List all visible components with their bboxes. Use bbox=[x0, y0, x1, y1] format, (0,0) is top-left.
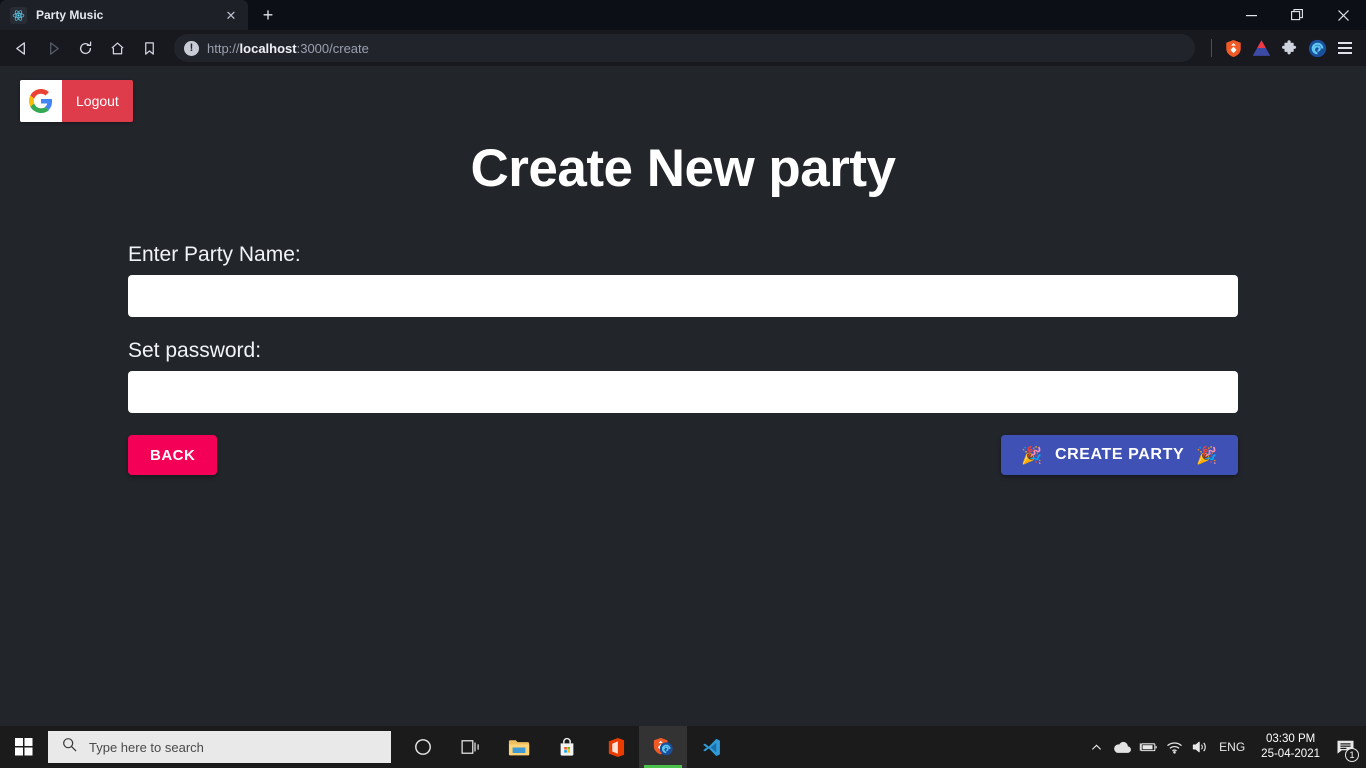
back-arrow-icon[interactable] bbox=[6, 34, 36, 62]
language-indicator[interactable]: ENG bbox=[1213, 740, 1253, 754]
volume-icon[interactable] bbox=[1187, 726, 1213, 768]
browser-toolbar: ! http://localhost:3000/create bbox=[0, 30, 1366, 66]
logout-container: Logout bbox=[20, 80, 133, 122]
microsoft-store-icon[interactable] bbox=[543, 726, 591, 768]
url-path: :3000/create bbox=[296, 40, 369, 56]
onedrive-cloud-icon[interactable] bbox=[1109, 726, 1135, 768]
create-party-label: CREATE PARTY bbox=[1054, 446, 1185, 463]
tab-title: Party Music bbox=[36, 8, 104, 22]
create-party-form: Enter Party Name: Set password: BACK 🎉 C… bbox=[128, 243, 1238, 475]
password-field-group: Set password: bbox=[128, 339, 1238, 413]
cortana-icon[interactable] bbox=[399, 726, 447, 768]
search-placeholder: Type here to search bbox=[89, 739, 204, 755]
windows-start-icon[interactable] bbox=[0, 726, 48, 768]
vs-code-icon[interactable] bbox=[687, 726, 735, 768]
party-name-field-group: Enter Party Name: bbox=[128, 243, 1238, 317]
extensions-puzzle-icon[interactable] bbox=[1276, 35, 1302, 61]
url-host: localhost bbox=[239, 40, 297, 56]
office-icon[interactable] bbox=[591, 726, 639, 768]
react-logo-icon bbox=[10, 6, 27, 24]
url-text: http://localhost:3000/create bbox=[207, 41, 369, 56]
back-button[interactable]: BACK bbox=[128, 435, 218, 475]
profile-avatar-icon[interactable] bbox=[1304, 35, 1330, 61]
clock-time: 03:30 PM bbox=[1265, 733, 1316, 745]
form-actions: BACK 🎉 CREATE PARTY 🎉 bbox=[128, 435, 1238, 475]
address-bar[interactable]: ! http://localhost:3000/create bbox=[174, 34, 1195, 62]
brave-shield-icon[interactable] bbox=[1220, 35, 1246, 61]
create-party-button[interactable]: 🎉 CREATE PARTY 🎉 bbox=[1001, 435, 1238, 475]
page-title: Create New party bbox=[470, 139, 896, 198]
password-label: Set password: bbox=[128, 339, 262, 362]
battery-icon[interactable] bbox=[1135, 726, 1161, 768]
web-page-content: Logout Create New party Enter Party Name… bbox=[0, 66, 1366, 726]
bookmark-icon[interactable] bbox=[134, 34, 164, 62]
notification-badge: 1 bbox=[1345, 748, 1359, 762]
task-view-icon[interactable] bbox=[447, 726, 495, 768]
window-controls bbox=[1228, 0, 1366, 30]
site-info-icon[interactable]: ! bbox=[184, 40, 199, 56]
system-tray: ENG 03:30 PM 25-04-2021 1 bbox=[1083, 726, 1366, 768]
wifi-icon[interactable] bbox=[1161, 726, 1187, 768]
toolbar-divider bbox=[1211, 39, 1212, 57]
taskbar-search-box[interactable]: Type here to search bbox=[48, 731, 391, 763]
search-icon bbox=[62, 737, 77, 757]
brave-browser-icon[interactable] bbox=[639, 726, 687, 768]
party-name-input[interactable] bbox=[128, 275, 1238, 317]
party-popper-left-icon: 🎉 bbox=[1021, 445, 1043, 465]
brave-rewards-triangle-icon[interactable] bbox=[1248, 35, 1274, 61]
notification-center-icon[interactable]: 1 bbox=[1328, 726, 1362, 768]
browser-window: Party Music ✕ + ! http://localhost:3000/… bbox=[0, 0, 1366, 726]
taskbar-app-buttons bbox=[399, 726, 735, 768]
minimize-button[interactable] bbox=[1228, 0, 1274, 30]
close-button[interactable] bbox=[1320, 0, 1366, 30]
password-input[interactable] bbox=[128, 371, 1238, 413]
taskbar-clock[interactable]: 03:30 PM 25-04-2021 bbox=[1253, 732, 1328, 762]
clock-date: 25-04-2021 bbox=[1261, 748, 1320, 760]
home-icon[interactable] bbox=[102, 34, 132, 62]
restore-button[interactable] bbox=[1274, 0, 1320, 30]
forward-arrow-icon bbox=[38, 34, 68, 62]
file-explorer-icon[interactable] bbox=[495, 726, 543, 768]
logout-label: Logout bbox=[76, 93, 119, 109]
url-scheme: http:// bbox=[207, 40, 240, 56]
reload-icon[interactable] bbox=[70, 34, 100, 62]
tab-close-icon[interactable]: ✕ bbox=[222, 6, 240, 24]
party-popper-right-icon: 🎉 bbox=[1196, 445, 1218, 465]
windows-taskbar: Type here to search ENG 03:30 PM 25-04-2… bbox=[0, 726, 1366, 768]
tray-chevron-up-icon[interactable] bbox=[1083, 726, 1109, 768]
party-name-label: Enter Party Name: bbox=[128, 243, 301, 266]
tab-strip: Party Music ✕ + bbox=[0, 0, 1366, 30]
browser-tab[interactable]: Party Music ✕ bbox=[0, 0, 248, 30]
google-g-icon bbox=[20, 80, 62, 122]
browser-menu-icon[interactable] bbox=[1332, 35, 1358, 61]
new-tab-button[interactable]: + bbox=[254, 1, 282, 29]
logout-button[interactable]: Logout bbox=[20, 80, 133, 122]
